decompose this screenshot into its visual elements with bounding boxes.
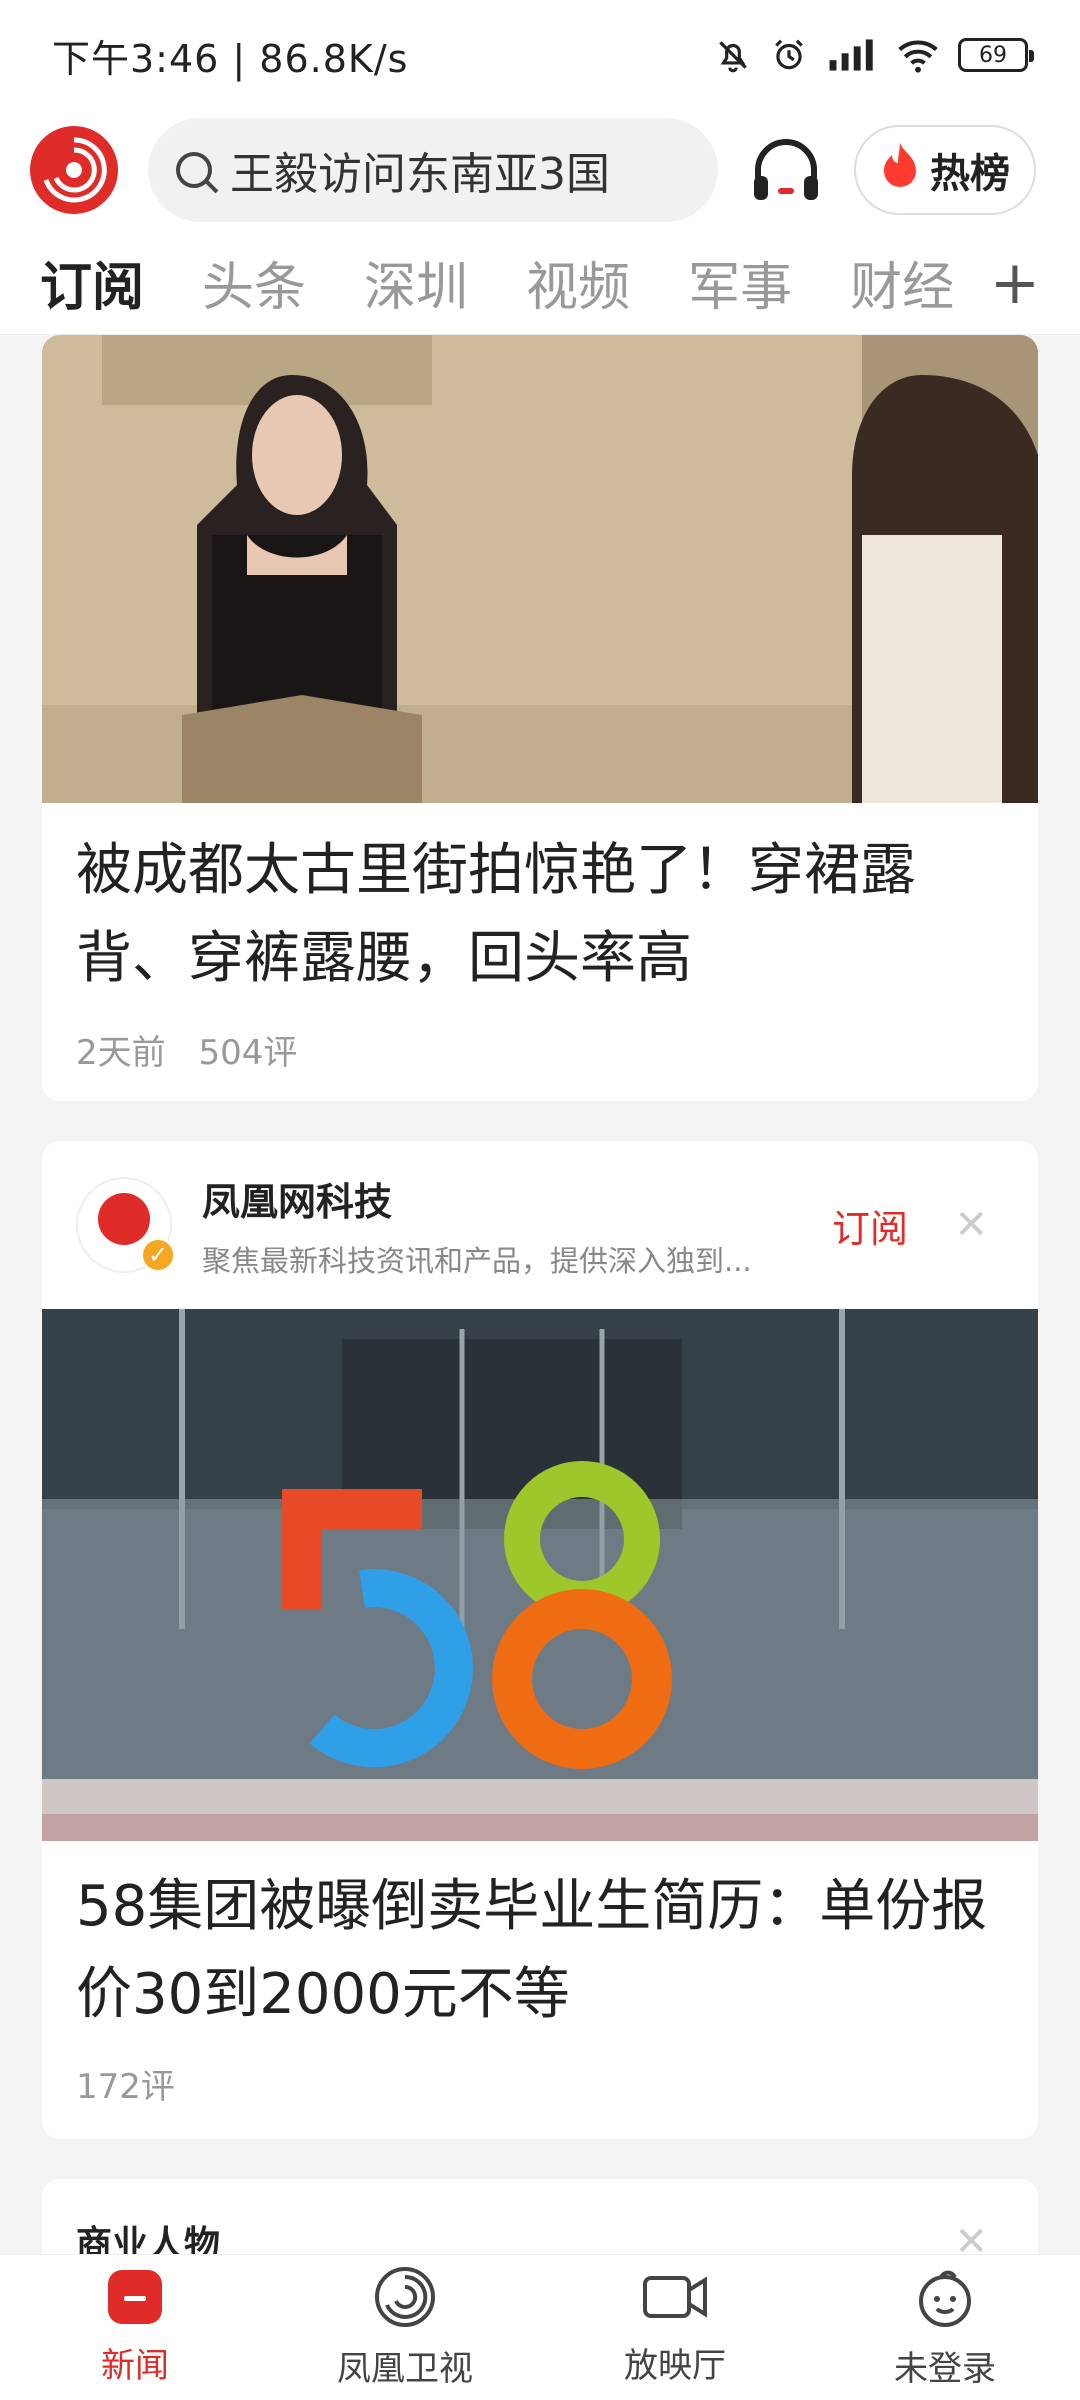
article-headline[interactable]: 58集团被曝倒卖毕业生简历：单份报价30到2000元不等 bbox=[42, 1863, 1038, 2039]
nav-label: 新闻 bbox=[101, 2346, 169, 2386]
nav-phoenix-tv[interactable]: 凤凰卫视 bbox=[270, 2255, 540, 2400]
status-time-speed: 下午3:46 | 86.8K/s bbox=[52, 36, 409, 81]
tab-video[interactable]: 视频 bbox=[526, 245, 630, 320]
search-placeholder: 王毅访问东南亚3国 bbox=[230, 149, 610, 200]
headphones-icon[interactable] bbox=[746, 130, 826, 210]
hot-list-label: 热榜 bbox=[930, 151, 1010, 197]
nav-profile[interactable]: 未登录 bbox=[810, 2255, 1080, 2400]
wifi-icon bbox=[896, 35, 940, 75]
phoenix-tv-icon bbox=[373, 2265, 437, 2333]
nav-label: 放映厅 bbox=[624, 2346, 726, 2386]
ifeng-logo-icon[interactable] bbox=[30, 126, 118, 214]
channel-tabs: 订阅 头条 深圳 视频 军事 财经 + bbox=[0, 230, 1080, 344]
verified-badge-icon: ✓ bbox=[140, 1237, 176, 1273]
search-bar[interactable]: 王毅访问东南亚3国 bbox=[148, 118, 718, 222]
tab-finance[interactable]: 财经 bbox=[850, 245, 954, 320]
news-card[interactable]: 被成都太古里街拍惊艳了！穿裙露背、穿裤露腰，回头率高 2天前 504评 bbox=[42, 335, 1038, 1101]
article-meta: 2天前 504评 bbox=[42, 1025, 1038, 1074]
source-avatar[interactable]: ✓ bbox=[76, 1177, 176, 1273]
bottom-navigation: 新闻 凤凰卫视 放映厅 未登录 bbox=[0, 2254, 1080, 2400]
video-camera-icon bbox=[641, 2268, 709, 2330]
nav-label: 未登录 bbox=[894, 2349, 996, 2389]
mute-bell-icon bbox=[714, 35, 752, 75]
nav-news[interactable]: 新闻 bbox=[0, 2255, 270, 2400]
tab-military[interactable]: 军事 bbox=[688, 245, 792, 320]
article-image[interactable] bbox=[42, 1309, 1038, 1841]
battery-indicator: 69 bbox=[958, 38, 1034, 72]
nav-theater[interactable]: 放映厅 bbox=[540, 2255, 810, 2400]
user-avatar-icon bbox=[913, 2265, 977, 2333]
flame-icon bbox=[880, 141, 920, 199]
article-headline[interactable]: 被成都太古里街拍惊艳了！穿裙露背、穿裤露腰，回头率高 bbox=[42, 827, 1038, 1003]
comment-count: 504评 bbox=[198, 1033, 298, 1073]
comment-count: 172评 bbox=[76, 2067, 175, 2107]
status-bar: 下午3:46 | 86.8K/s 69 bbox=[0, 0, 1080, 110]
add-channel-button[interactable]: + bbox=[990, 248, 1040, 318]
tab-headlines[interactable]: 头条 bbox=[202, 245, 306, 320]
news-card[interactable]: ✓ 凤凰网科技 聚焦最新科技资讯和产品，提供深入独到... 订阅 ✕ 58集团被… bbox=[42, 1141, 1038, 2139]
nav-label: 凤凰卫视 bbox=[337, 2349, 473, 2389]
close-icon[interactable]: ✕ bbox=[954, 1202, 988, 1248]
alarm-icon bbox=[770, 35, 808, 75]
ifeng-logo-icon bbox=[98, 1193, 150, 1245]
signal-icon bbox=[826, 35, 878, 75]
search-icon bbox=[176, 152, 212, 188]
tab-shenzhen[interactable]: 深圳 bbox=[364, 245, 468, 320]
article-time: 2天前 bbox=[76, 1033, 166, 1073]
source-description: 聚焦最新科技资讯和产品，提供深入独到... bbox=[202, 1243, 752, 1278]
article-image[interactable] bbox=[42, 335, 1038, 803]
source-name[interactable]: 凤凰网科技 bbox=[202, 1171, 802, 1226]
news-icon bbox=[106, 2268, 164, 2330]
app-header: 王毅访问东南亚3国 热榜 bbox=[0, 110, 1080, 230]
source-header: ✓ 凤凰网科技 聚焦最新科技资讯和产品，提供深入独到... 订阅 ✕ bbox=[42, 1141, 1038, 1309]
subscribe-button[interactable]: 订阅 bbox=[832, 1198, 908, 1253]
tab-subscribe[interactable]: 订阅 bbox=[40, 245, 144, 344]
hot-list-button[interactable]: 热榜 bbox=[854, 125, 1036, 215]
article-meta: 172评 bbox=[42, 2059, 1038, 2108]
